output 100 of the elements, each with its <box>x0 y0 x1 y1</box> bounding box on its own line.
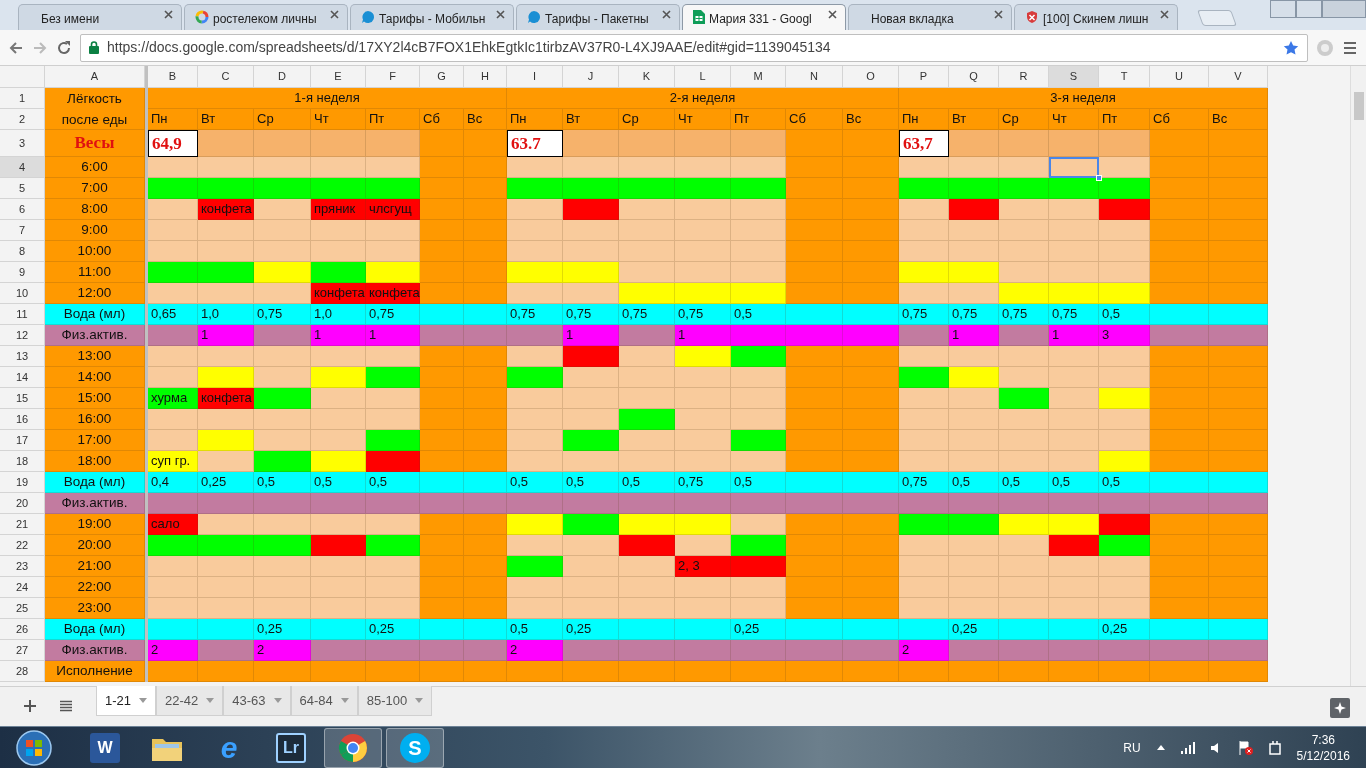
row-number[interactable]: 1 <box>0 88 45 109</box>
add-sheet-icon[interactable] <box>24 700 36 712</box>
table-cell: 0,75 <box>507 304 563 325</box>
clock-time[interactable]: 7:36 <box>1311 731 1335 748</box>
row-number[interactable]: 27 <box>0 640 45 661</box>
scroll-thumb[interactable] <box>1354 92 1364 120</box>
explore-icon[interactable] <box>1330 697 1350 718</box>
column-header[interactable]: O <box>843 66 899 88</box>
reload-icon[interactable] <box>56 39 72 56</box>
column-header[interactable]: M <box>731 66 786 88</box>
back-icon[interactable] <box>8 39 24 56</box>
column-header[interactable]: G <box>420 66 464 88</box>
address-bar[interactable]: https://docs.google.com/spreadsheets/d/17XY2l4cB7FOX1EhkEgtkIc1tirbzAV37R0-L4XJ9AAE/edit#gid=1139045134 <box>80 33 1308 62</box>
row-number[interactable]: 11 <box>0 304 45 325</box>
column-header[interactable]: B <box>148 66 198 88</box>
row-number[interactable]: 25 <box>0 598 45 619</box>
row-number[interactable]: 8 <box>0 241 45 262</box>
speech-bubble-icon <box>527 10 541 24</box>
caret-up-icon[interactable] <box>1156 745 1165 750</box>
browser-tab[interactable]: Тарифы - Мобильн <box>350 4 514 30</box>
taskbar-button[interactable]: e <box>200 727 258 768</box>
column-header[interactable]: R <box>999 66 1049 88</box>
column-header[interactable]: T <box>1099 66 1150 88</box>
row-number[interactable]: 15 <box>0 388 45 409</box>
sheet-tab[interactable]: 64-84 <box>290 686 358 716</box>
close-icon[interactable] <box>164 10 173 19</box>
row-number[interactable]: 26 <box>0 619 45 640</box>
browser-tab[interactable]: Без имени <box>18 4 182 30</box>
sheet-tab[interactable]: 1-21 <box>96 686 157 716</box>
row-number[interactable]: 6 <box>0 199 45 220</box>
row-number[interactable]: 4 <box>0 157 45 178</box>
taskbar-button[interactable] <box>324 727 382 768</box>
sheet-tab[interactable]: 43-63 <box>223 686 291 716</box>
signal-icon[interactable] <box>1180 741 1195 754</box>
row-number[interactable]: 23 <box>0 556 45 577</box>
device-icon[interactable] <box>1268 740 1281 755</box>
column-header[interactable]: Q <box>949 66 999 88</box>
row-number[interactable]: 21 <box>0 514 45 535</box>
close-icon[interactable] <box>496 10 505 19</box>
browser-tab[interactable]: Новая вкладка <box>848 4 1012 30</box>
taskbar-button[interactable]: Lr <box>262 727 320 768</box>
browser-tab[interactable]: [100] Скинем лишн <box>1014 4 1178 30</box>
close-icon[interactable] <box>662 10 671 19</box>
sheet-tab[interactable]: 22-42 <box>156 686 224 716</box>
clock-date[interactable]: 5/12/2016 <box>1296 747 1350 764</box>
flag-icon[interactable] <box>1238 740 1253 755</box>
column-header[interactable]: J <box>563 66 619 88</box>
close-icon[interactable] <box>1160 10 1169 19</box>
column-header[interactable]: C <box>198 66 254 88</box>
column-header[interactable]: S <box>1049 66 1099 88</box>
row-number[interactable]: 22 <box>0 535 45 556</box>
column-header[interactable]: N <box>786 66 843 88</box>
browser-tab[interactable]: ростелеком личны <box>184 4 348 30</box>
windows-start-icon[interactable] <box>16 729 52 766</box>
column-header[interactable]: D <box>254 66 311 88</box>
row-number[interactable]: 2 <box>0 109 45 130</box>
row-number[interactable]: 10 <box>0 283 45 304</box>
close-icon[interactable] <box>828 10 837 19</box>
scrollbar[interactable] <box>1350 66 1366 686</box>
row-number[interactable]: 17 <box>0 430 45 451</box>
sheet-list-icon[interactable] <box>60 700 72 712</box>
column-header[interactable]: F <box>366 66 420 88</box>
column-header[interactable]: I <box>507 66 563 88</box>
column-header[interactable]: L <box>675 66 731 88</box>
row-number[interactable]: 7 <box>0 220 45 241</box>
row-number[interactable]: 3 <box>0 130 45 157</box>
row-label: 21:00 <box>45 556 145 577</box>
column-header[interactable]: H <box>464 66 507 88</box>
close-icon[interactable] <box>330 10 339 19</box>
table-cell: 0,25 <box>949 619 999 640</box>
row-number[interactable]: 24 <box>0 577 45 598</box>
taskbar-button[interactable]: W <box>76 727 134 768</box>
menu-icon[interactable] <box>1342 39 1358 56</box>
column-header[interactable]: E <box>311 66 366 88</box>
column-header[interactable]: K <box>619 66 675 88</box>
table-cell: 1 <box>1049 325 1099 346</box>
column-header[interactable]: U <box>1150 66 1209 88</box>
table-cell: 0,5 <box>1099 304 1150 325</box>
close-icon[interactable] <box>994 10 1003 19</box>
row-number[interactable]: 5 <box>0 178 45 199</box>
day-header: Пт <box>1099 109 1150 130</box>
row-number[interactable]: 13 <box>0 346 45 367</box>
row-number[interactable]: 28 <box>0 661 45 682</box>
column-header[interactable]: V <box>1209 66 1268 88</box>
language-indicator[interactable]: RU <box>1123 738 1141 757</box>
column-header[interactable]: A <box>45 66 145 88</box>
sheet-tab[interactable]: 85-100 <box>357 686 433 716</box>
column-header[interactable]: P <box>899 66 949 88</box>
row-number[interactable]: 12 <box>0 325 45 346</box>
browser-tab[interactable]: Мария 331 - Googl <box>682 4 846 30</box>
row-number[interactable]: 14 <box>0 367 45 388</box>
row-number[interactable]: 19 <box>0 472 45 493</box>
star-icon[interactable] <box>1283 39 1299 56</box>
browser-tab[interactable]: Тарифы - Пакетны <box>516 4 680 30</box>
table-cell: 1 <box>366 325 420 346</box>
table-cell: 0,5 <box>311 472 366 493</box>
row-number[interactable]: 16 <box>0 409 45 430</box>
row-number[interactable]: 20 <box>0 493 45 514</box>
row-number[interactable]: 9 <box>0 262 45 283</box>
row-number[interactable]: 18 <box>0 451 45 472</box>
